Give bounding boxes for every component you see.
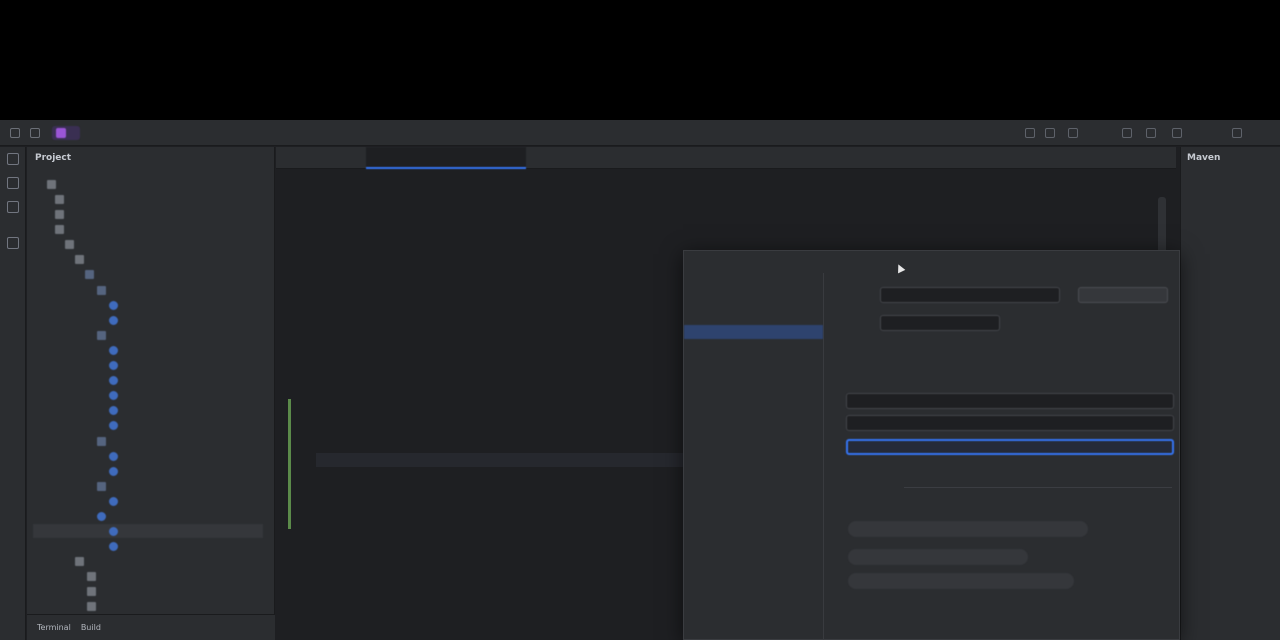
project-panel: Project: [27, 147, 275, 640]
tree-row[interactable]: [55, 222, 68, 236]
config-tree-item-selected[interactable]: [684, 325, 823, 339]
editor-tab[interactable]: [526, 147, 646, 169]
more-icon[interactable]: [1068, 128, 1078, 138]
plugins-tool-icon[interactable]: [7, 237, 19, 249]
run-icon[interactable]: [1025, 128, 1035, 138]
tree-row[interactable]: [87, 599, 100, 613]
editor-tabs: [276, 146, 1176, 169]
configuration-tree: [684, 273, 824, 640]
tree-row[interactable]: [109, 298, 122, 312]
option-chip[interactable]: [848, 521, 1088, 537]
tree-row[interactable]: [75, 252, 88, 266]
section-divider: [904, 487, 1172, 488]
project-panel-title: Project: [35, 153, 72, 163]
tree-row[interactable]: [109, 403, 122, 417]
search-icon[interactable]: [1122, 128, 1132, 138]
tree-row[interactable]: [97, 509, 217, 523]
main-menu-icon[interactable]: [10, 127, 20, 138]
bottom-tool-tabs: Terminal Build: [27, 614, 275, 640]
option-chip[interactable]: [848, 549, 1028, 565]
tree-row[interactable]: [109, 449, 122, 463]
option-chip[interactable]: [848, 573, 1074, 589]
tree-row[interactable]: [55, 207, 68, 221]
tree-row[interactable]: [97, 283, 110, 297]
main-class-field[interactable]: [846, 439, 1174, 455]
grid-icon[interactable]: [30, 127, 40, 138]
vcs-change-marker: [288, 399, 291, 529]
tree-row[interactable]: [87, 569, 100, 583]
project-selector[interactable]: [52, 125, 80, 140]
tree-row[interactable]: [97, 434, 110, 448]
editor-tab[interactable]: [276, 147, 366, 169]
tree-row[interactable]: [109, 313, 122, 327]
tree-row[interactable]: [109, 373, 122, 387]
tree-row[interactable]: [109, 358, 122, 372]
structure-tool-icon[interactable]: [7, 201, 19, 213]
tree-row[interactable]: [55, 192, 68, 206]
left-tool-strip: [0, 147, 26, 640]
tree-row[interactable]: [109, 539, 122, 553]
tree-row[interactable]: [75, 554, 88, 568]
run-configuration-dialog: [683, 250, 1180, 640]
editor-tab-active[interactable]: [366, 146, 526, 169]
run-config-selector[interactable]: [895, 126, 911, 140]
current-line-highlight: [316, 453, 716, 467]
editor-tab[interactable]: [956, 147, 1066, 169]
tree-row[interactable]: [109, 464, 122, 478]
tree-row[interactable]: [109, 388, 122, 402]
commit-tool-icon[interactable]: [7, 177, 19, 189]
editor-tab[interactable]: [786, 147, 956, 169]
editor-tab[interactable]: [646, 147, 786, 169]
title-bar: [0, 120, 1280, 146]
classpath-module-select[interactable]: [846, 415, 1174, 431]
minimize-icon[interactable]: [1232, 128, 1242, 138]
jre-select[interactable]: [846, 393, 1174, 409]
store-as-file-checkbox[interactable]: [1078, 287, 1168, 303]
tree-row[interactable]: [47, 177, 60, 191]
tree-row-selected[interactable]: [33, 524, 263, 538]
maven-panel-title: Maven: [1187, 153, 1221, 163]
build-tab[interactable]: Build: [81, 623, 101, 632]
name-field[interactable]: [880, 287, 1060, 303]
line-gutter: [276, 169, 316, 640]
run-on-select[interactable]: [880, 315, 1000, 331]
debug-icon[interactable]: [1045, 128, 1055, 138]
maven-panel: Maven: [1180, 147, 1260, 640]
terminal-tab[interactable]: Terminal: [37, 623, 71, 632]
letterbox-top: [0, 0, 1280, 120]
tree-row[interactable]: [97, 328, 110, 342]
project-tool-icon[interactable]: [7, 153, 19, 165]
right-tool-strip: [1260, 147, 1280, 640]
tree-row[interactable]: [87, 584, 100, 598]
tree-row[interactable]: [65, 237, 78, 251]
settings-icon[interactable]: [1146, 128, 1156, 138]
tree-row[interactable]: [85, 267, 98, 281]
tree-row[interactable]: [97, 479, 110, 493]
account-icon[interactable]: [1172, 128, 1182, 138]
tree-row[interactable]: [109, 418, 122, 432]
tree-row[interactable]: [109, 343, 122, 357]
tree-row[interactable]: [109, 494, 122, 508]
